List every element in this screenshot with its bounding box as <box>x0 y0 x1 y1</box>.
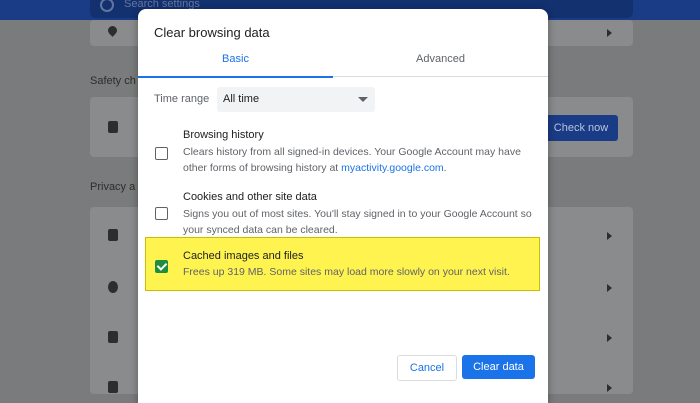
cookies-title: Cookies and other site data <box>183 191 317 203</box>
trash-icon <box>108 229 118 241</box>
chevron-right-icon <box>607 284 612 292</box>
tab-basic[interactable]: Basic <box>138 44 333 78</box>
browsing-history-desc-end: . <box>443 162 447 174</box>
browsing-history-desc: Clears history from all signed-in device… <box>183 144 533 176</box>
cached-images-title: Cached images and files <box>183 250 304 262</box>
chevron-right-icon <box>607 232 612 240</box>
location-icon <box>106 24 119 37</box>
search-icon <box>100 0 114 12</box>
privacy-heading: Privacy a <box>90 181 136 193</box>
myactivity-link[interactable]: myactivity.google.com <box>341 162 444 174</box>
shield-icon <box>108 121 118 133</box>
dropdown-arrow-icon <box>358 97 368 102</box>
cookies-desc: Signs you out of most sites. You'll stay… <box>183 208 532 236</box>
time-range-value: All time <box>223 93 260 105</box>
cancel-button[interactable]: Cancel <box>397 355 457 381</box>
chevron-right-icon <box>607 384 612 392</box>
chevron-right-icon <box>607 334 612 342</box>
cookie-icon <box>108 281 118 293</box>
shield-icon <box>108 331 118 343</box>
safety-check-heading: Safety ch <box>90 75 136 87</box>
clear-browsing-data-dialog: Clear browsing data Basic Advanced Time … <box>138 9 548 403</box>
cookies-checkbox[interactable] <box>155 207 168 220</box>
time-range-label: Time range <box>154 93 210 105</box>
cached-images-desc: Frees up 319 MB. Some sites may load mor… <box>183 266 510 278</box>
chevron-right-icon <box>607 29 612 37</box>
sliders-icon <box>108 381 118 393</box>
browsing-history-title: Browsing history <box>183 129 264 141</box>
tab-advanced[interactable]: Advanced <box>343 44 538 76</box>
time-range-select[interactable]: All time <box>217 87 375 112</box>
dialog-tabs: Basic Advanced <box>138 44 548 78</box>
cached-images-checkbox[interactable] <box>155 260 168 273</box>
browsing-history-checkbox[interactable] <box>155 147 168 160</box>
check-now-button: Check now <box>544 115 618 141</box>
dialog-title: Clear browsing data <box>154 25 270 40</box>
clear-data-button[interactable]: Clear data <box>462 355 535 379</box>
